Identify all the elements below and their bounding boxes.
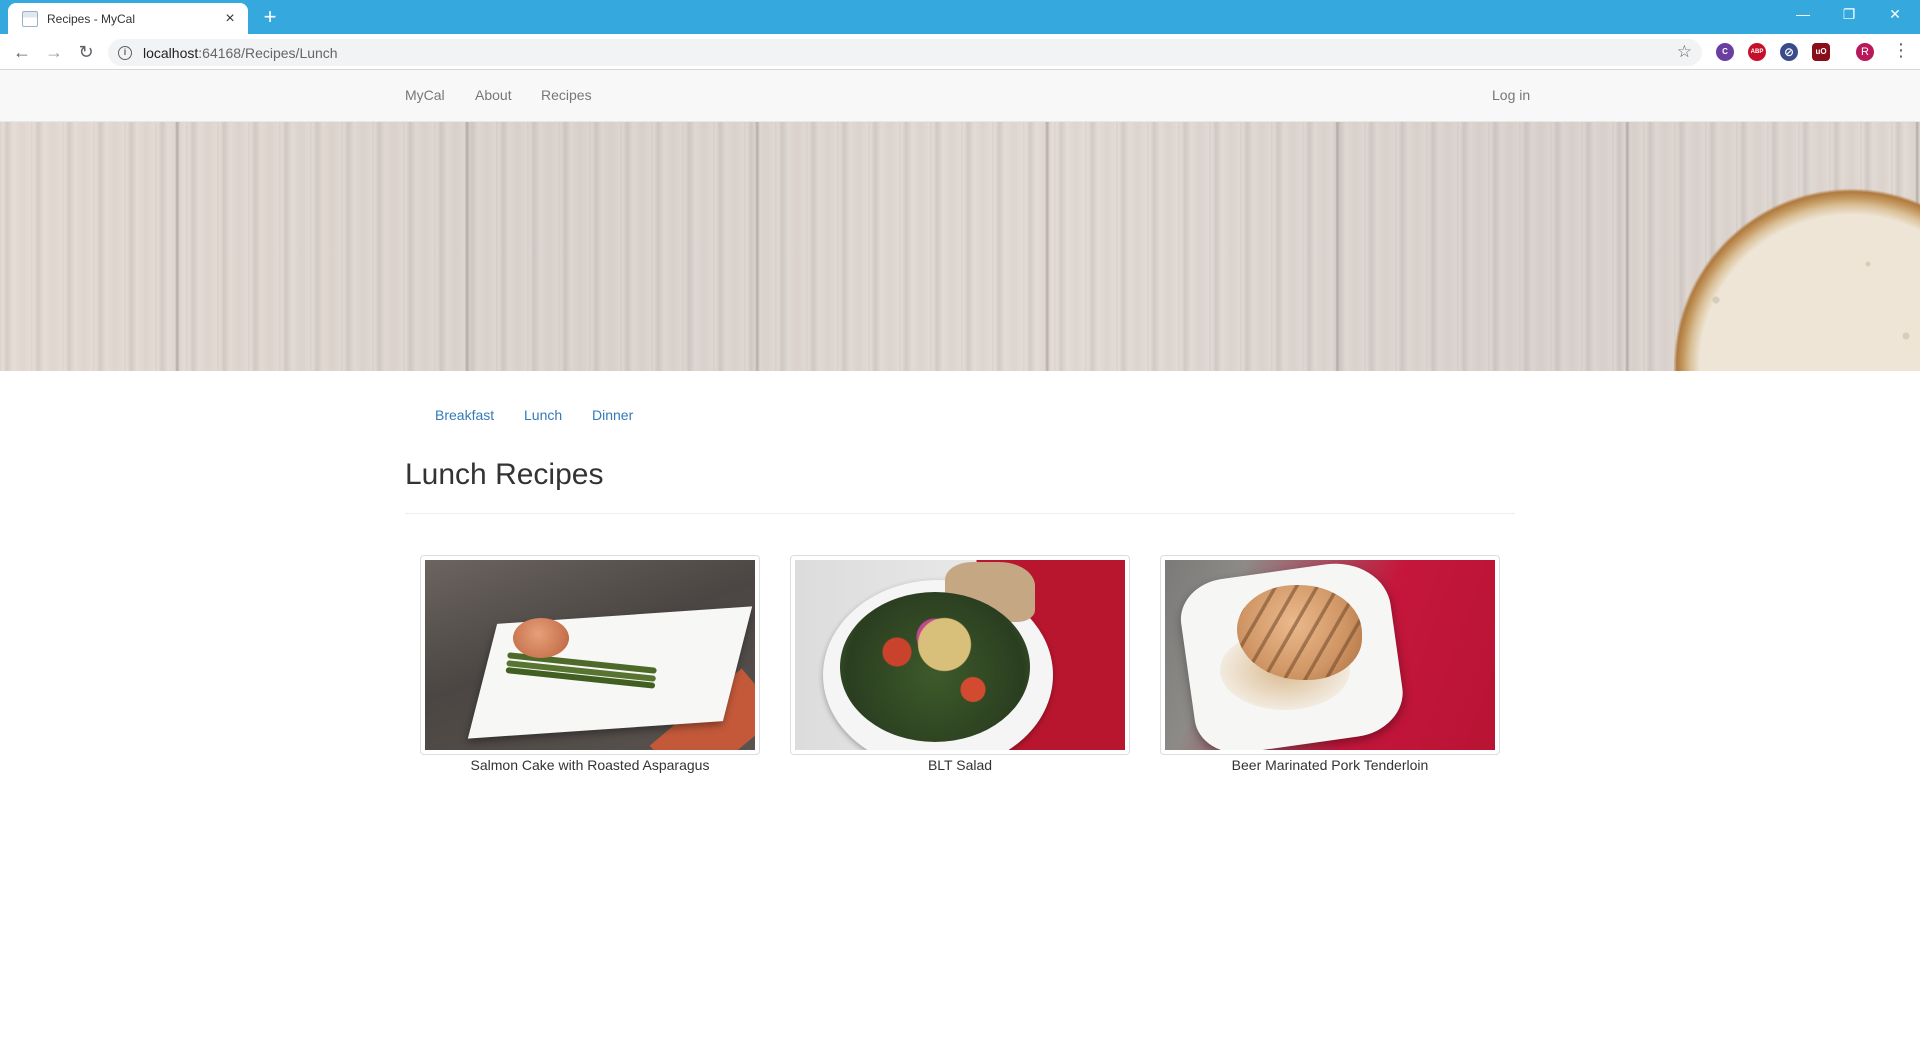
category-breakfast-link[interactable]: Breakfast: [435, 407, 494, 423]
back-arrow-icon[interactable]: ←: [10, 40, 34, 64]
login-link[interactable]: Log in: [1492, 87, 1530, 103]
close-window-icon[interactable]: ✕: [1872, 0, 1918, 30]
browser-titlebar: Recipes - MyCal × + — ❐ ✕: [0, 0, 1920, 34]
nav-about-link[interactable]: About: [475, 87, 512, 103]
forward-arrow-icon[interactable]: →: [42, 40, 66, 64]
salmon-cake-shape: [513, 618, 569, 658]
bookmark-star-icon[interactable]: ☆: [1677, 42, 1692, 62]
restore-window-icon[interactable]: ❐: [1826, 0, 1872, 30]
recipe-card-salmon-cake[interactable]: [420, 555, 760, 755]
browser-toolbar: ← → ↻ i localhost:64168/Recipes/Lunch ☆ …: [0, 34, 1920, 70]
tab-title: Recipes - MyCal: [47, 11, 136, 26]
recipe-card-blt-salad[interactable]: [790, 555, 1130, 755]
title-divider: [405, 513, 1515, 514]
salmon-cake-photo[interactable]: [425, 560, 755, 750]
profile-avatar[interactable]: R: [1856, 43, 1874, 61]
site-navbar: MyCal About Recipes Log in: [0, 70, 1920, 122]
site-info-icon[interactable]: i: [118, 45, 132, 60]
brand-link[interactable]: MyCal: [405, 87, 445, 103]
browser-menu-icon[interactable]: ⋮: [1892, 40, 1910, 61]
ublock-origin-icon[interactable]: uO: [1812, 43, 1830, 61]
browser-tab[interactable]: Recipes - MyCal ×: [8, 3, 248, 34]
reload-icon[interactable]: ↻: [74, 40, 98, 64]
recipe-title[interactable]: BLT Salad: [790, 757, 1130, 773]
close-tab-icon[interactable]: ×: [222, 10, 238, 27]
pork-tenderloin-photo[interactable]: [1165, 560, 1495, 750]
recipe-card-pork-tenderloin[interactable]: [1160, 555, 1500, 755]
blt-salad-photo[interactable]: [795, 560, 1125, 750]
nav-recipes-link[interactable]: Recipes: [541, 87, 592, 103]
page-title: Lunch Recipes: [405, 458, 604, 491]
url-text: localhost:64168/Recipes/Lunch: [143, 44, 338, 61]
category-lunch-link[interactable]: Lunch: [524, 407, 562, 423]
category-dinner-link[interactable]: Dinner: [592, 407, 633, 423]
recipe-title[interactable]: Salmon Cake with Roasted Asparagus: [420, 757, 760, 773]
c-extension-icon[interactable]: C: [1716, 43, 1734, 61]
recipe-title[interactable]: Beer Marinated Pork Tenderloin: [1160, 757, 1500, 773]
hero-banner-image: [0, 122, 1920, 371]
address-bar[interactable]: i localhost:64168/Recipes/Lunch ☆: [108, 39, 1702, 66]
minimize-window-icon[interactable]: —: [1780, 0, 1826, 30]
adblock-plus-icon[interactable]: ABP: [1748, 43, 1766, 61]
block-extension-icon[interactable]: ⊘: [1780, 43, 1798, 61]
salad-greens-shape: [840, 592, 1030, 742]
page-favicon-icon: [22, 10, 38, 27]
plate-shape: [467, 606, 753, 739]
new-tab-button[interactable]: +: [258, 6, 282, 30]
